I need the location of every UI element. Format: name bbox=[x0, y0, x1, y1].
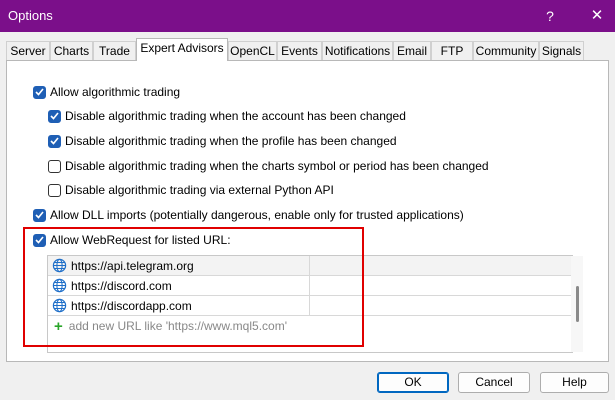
allow-algo-trading-checkbox[interactable]: Allow algorithmic trading bbox=[33, 83, 180, 101]
url-row[interactable]: https://discord.com bbox=[48, 276, 572, 296]
tab-expert-advisors[interactable]: Expert Advisors bbox=[136, 38, 228, 61]
tab-charts[interactable]: Charts bbox=[50, 41, 93, 61]
globe-icon bbox=[52, 258, 67, 273]
disable-on-symbol-change-checkbox[interactable]: Disable algorithmic trading when the cha… bbox=[48, 157, 489, 175]
globe-icon bbox=[52, 278, 67, 293]
disable-on-account-change-label: Disable algorithmic trading when the acc… bbox=[65, 109, 406, 123]
url-empty-cell[interactable] bbox=[310, 256, 572, 275]
disable-on-profile-change-checkbox[interactable]: Disable algorithmic trading when the pro… bbox=[48, 132, 397, 150]
tab-email[interactable]: Email bbox=[393, 41, 431, 61]
allow-dll-imports-checkbox[interactable]: Allow DLL imports (potentially dangerous… bbox=[33, 206, 464, 224]
allow-webrequest-checkbox[interactable]: Allow WebRequest for listed URL: bbox=[33, 231, 231, 249]
scrollbar-thumb[interactable] bbox=[576, 286, 579, 322]
cancel-button[interactable]: Cancel bbox=[458, 372, 530, 393]
url-row[interactable]: https://discordapp.com bbox=[48, 296, 572, 316]
allow-webrequest-label: Allow WebRequest for listed URL: bbox=[50, 233, 231, 247]
disable-python-api-checkbox[interactable]: Disable algorithmic trading via external… bbox=[48, 181, 334, 199]
tab-trade[interactable]: Trade bbox=[93, 41, 136, 61]
checkbox-unchecked-icon bbox=[48, 183, 61, 197]
expert-advisors-panel: Allow algorithmic trading Disable algori… bbox=[6, 60, 609, 362]
title-bar: Options ? ✕ bbox=[0, 0, 615, 32]
url-text: https://discordapp.com bbox=[71, 298, 192, 313]
window-title: Options bbox=[8, 8, 53, 23]
url-list-scrollbar[interactable] bbox=[571, 256, 583, 352]
tab-opencl[interactable]: OpenCL bbox=[228, 41, 277, 61]
disable-on-symbol-change-label: Disable algorithmic trading when the cha… bbox=[65, 159, 489, 173]
url-text: https://discord.com bbox=[71, 278, 172, 293]
tab-signals[interactable]: Signals bbox=[539, 41, 584, 61]
checkbox-unchecked-icon bbox=[48, 159, 61, 173]
url-empty-cell[interactable] bbox=[310, 276, 572, 295]
close-button[interactable]: ✕ bbox=[587, 6, 607, 26]
webrequest-url-list[interactable]: https://api.telegram.org https://discord… bbox=[47, 255, 583, 353]
checkbox-checked-icon bbox=[48, 134, 61, 148]
help-button[interactable]: Help bbox=[540, 372, 609, 393]
url-row[interactable]: https://api.telegram.org bbox=[48, 256, 572, 276]
globe-icon bbox=[52, 298, 67, 313]
tab-community[interactable]: Community bbox=[473, 41, 539, 61]
checkbox-checked-icon bbox=[48, 109, 61, 123]
allow-dll-imports-label: Allow DLL imports (potentially dangerous… bbox=[50, 208, 464, 222]
add-url-placeholder: add new URL like 'https://www.mql5.com' bbox=[68, 319, 287, 333]
ok-button[interactable]: OK bbox=[377, 372, 449, 393]
checkbox-checked-icon bbox=[33, 85, 46, 99]
tab-ftp[interactable]: FTP bbox=[431, 41, 473, 61]
add-url-row[interactable]: + add new URL like 'https://www.mql5.com… bbox=[48, 316, 572, 336]
disable-on-account-change-checkbox[interactable]: Disable algorithmic trading when the acc… bbox=[48, 107, 406, 125]
plus-icon: + bbox=[54, 317, 63, 335]
tab-events[interactable]: Events bbox=[277, 41, 322, 61]
tab-strip: Server Charts Trade Expert Advisors Open… bbox=[6, 38, 609, 61]
tab-server[interactable]: Server bbox=[6, 41, 50, 61]
checkbox-checked-icon bbox=[33, 233, 46, 247]
url-empty-cell[interactable] bbox=[310, 296, 572, 315]
disable-python-api-label: Disable algorithmic trading via external… bbox=[65, 183, 334, 197]
disable-on-profile-change-label: Disable algorithmic trading when the pro… bbox=[65, 134, 397, 148]
tab-notifications[interactable]: Notifications bbox=[322, 41, 393, 61]
help-title-button[interactable]: ? bbox=[540, 6, 560, 26]
allow-algo-trading-label: Allow algorithmic trading bbox=[50, 85, 181, 99]
checkbox-checked-icon bbox=[33, 208, 46, 222]
url-text: https://api.telegram.org bbox=[71, 258, 194, 273]
